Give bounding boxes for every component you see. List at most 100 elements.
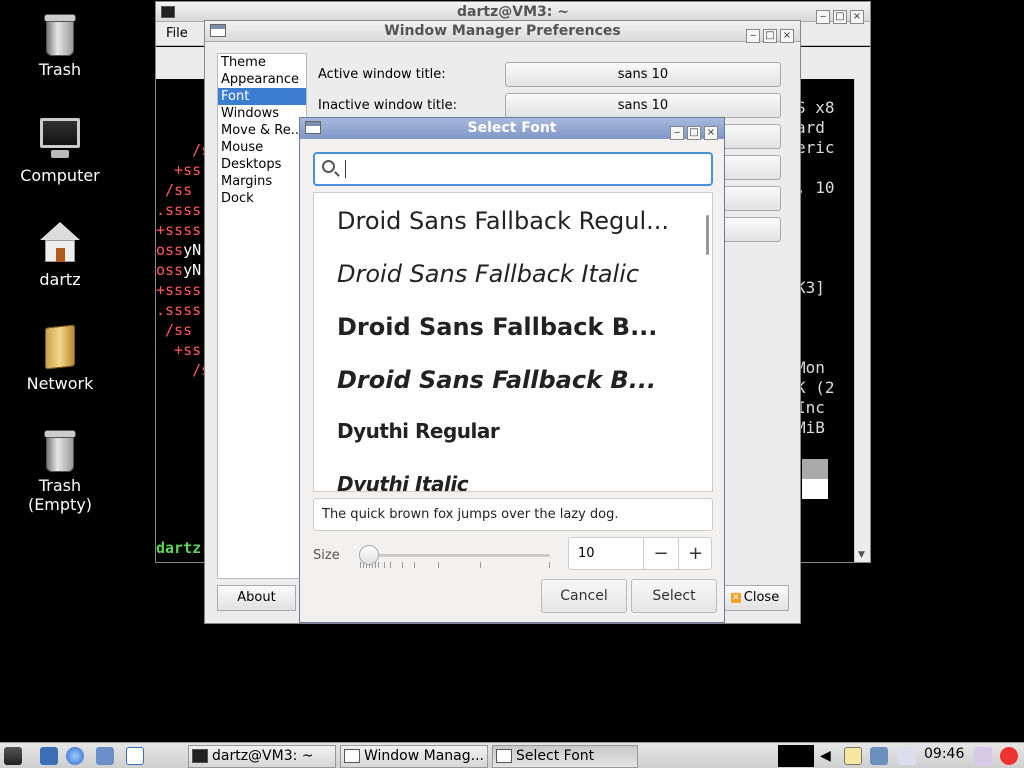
size-slider-handle[interactable] bbox=[359, 545, 379, 565]
terminal-line: MiB bbox=[796, 418, 825, 437]
font-list[interactable]: Droid Sans Fallback Regul... Droid Sans … bbox=[313, 192, 713, 492]
sidebar-item-move-resize[interactable]: Move & Re... bbox=[218, 122, 306, 139]
inactive-title-row: Inactive window title: bbox=[318, 98, 503, 113]
menu-file[interactable]: File bbox=[166, 26, 188, 41]
task-terminal[interactable]: dartz@VM3: ~ bbox=[188, 745, 336, 768]
trash-icon bbox=[44, 14, 76, 56]
font-list-item[interactable]: Droid Sans Fallback Regul... bbox=[337, 207, 669, 235]
lock-icon[interactable] bbox=[974, 747, 992, 765]
font-list-item[interactable]: Droid Sans Fallback Italic bbox=[337, 260, 639, 288]
select-button[interactable]: Select bbox=[631, 579, 717, 613]
sidebar-item-mouse[interactable]: Mouse bbox=[218, 139, 306, 156]
cancel-button[interactable]: Cancel bbox=[541, 579, 627, 613]
desktop-icon-trash-empty[interactable]: Trash (Empty) bbox=[0, 428, 120, 514]
network-status-icon[interactable] bbox=[870, 747, 888, 765]
color-block bbox=[802, 459, 828, 479]
search-icon bbox=[322, 160, 335, 173]
network-icon bbox=[37, 324, 83, 370]
close-label: Close bbox=[743, 590, 780, 605]
sidebar-item-windows[interactable]: Windows bbox=[218, 105, 306, 122]
active-title-row: Active window title: bbox=[318, 67, 503, 82]
tray-area bbox=[778, 745, 814, 767]
desktop-icon-label: Network bbox=[26, 374, 94, 393]
increase-size-button[interactable]: + bbox=[678, 538, 712, 569]
window-icon bbox=[210, 24, 226, 37]
browser-icon[interactable] bbox=[66, 747, 84, 765]
wm-preferences-titlebar[interactable]: Window Manager Preferences ‒ □ × bbox=[205, 21, 800, 43]
sidebar-item-theme[interactable]: Theme bbox=[218, 54, 306, 71]
about-button[interactable]: About bbox=[217, 585, 296, 611]
taskbar: dartz@VM3: ~ Window Manag... Select Font… bbox=[0, 742, 1024, 768]
power-icon[interactable] bbox=[1000, 747, 1018, 765]
close-button[interactable]: × bbox=[850, 10, 864, 24]
window-icon bbox=[305, 121, 321, 134]
inactive-title-label: Inactive window title: bbox=[318, 98, 457, 113]
task-label: Window Manag... bbox=[364, 748, 484, 764]
task-label: dartz@VM3: ~ bbox=[212, 748, 314, 764]
size-slider-track[interactable] bbox=[360, 554, 550, 557]
terminal-line: eric bbox=[796, 138, 835, 157]
volume-icon[interactable]: ◀ bbox=[820, 747, 834, 765]
maximize-button[interactable]: □ bbox=[687, 126, 701, 140]
desktop-icon-home[interactable]: dartz bbox=[0, 220, 120, 289]
computer-icon bbox=[37, 116, 83, 162]
clipboard-icon[interactable] bbox=[844, 747, 862, 765]
task-wm-preferences[interactable]: Window Manag... bbox=[340, 745, 488, 768]
terminal-line: S x8 bbox=[796, 98, 835, 117]
preferences-sidebar: Theme Appearance Font Windows Move & Re.… bbox=[217, 53, 307, 579]
terminal-icon bbox=[192, 749, 208, 763]
close-dialog-button[interactable]: ✕ Close bbox=[721, 585, 789, 611]
decrease-size-button[interactable]: − bbox=[643, 538, 678, 569]
sidebar-item-appearance[interactable]: Appearance bbox=[218, 71, 306, 88]
minimize-button[interactable]: ‒ bbox=[746, 29, 760, 43]
font-list-item[interactable]: Droid Sans Fallback B... bbox=[337, 366, 656, 394]
select-font-dialog[interactable]: Select Font ‒ □ × Droid Sans Fallback Regu… bbox=[299, 117, 725, 623]
sidebar-item-margins[interactable]: Margins bbox=[218, 173, 306, 190]
close-icon: ✕ bbox=[730, 592, 741, 603]
task-select-font[interactable]: Select Font bbox=[492, 745, 638, 768]
color-block bbox=[802, 479, 828, 499]
desktop-icon[interactable] bbox=[126, 747, 144, 765]
terminal-line: Mon bbox=[796, 358, 825, 377]
desktop-icon-network[interactable]: Network bbox=[0, 324, 120, 393]
minimize-button[interactable]: ‒ bbox=[816, 10, 830, 24]
desktop-icon-trash[interactable]: Trash bbox=[0, 12, 120, 79]
close-button[interactable]: × bbox=[780, 29, 794, 43]
size-value[interactable]: 10 bbox=[578, 538, 595, 569]
sidebar-item-desktops[interactable]: Desktops bbox=[218, 156, 306, 173]
menu-icon[interactable] bbox=[4, 747, 22, 765]
active-title-font-button[interactable]: sans 10 bbox=[505, 62, 781, 87]
terminal-line: Inc bbox=[796, 398, 825, 417]
select-font-titlebar[interactable]: Select Font ‒ □ × bbox=[300, 118, 724, 140]
font-search-input[interactable] bbox=[313, 152, 713, 186]
maximize-button[interactable]: □ bbox=[763, 29, 777, 43]
terminal-title: dartz@VM3: ~ bbox=[457, 4, 569, 20]
font-list-item[interactable]: Dyuthi Italic bbox=[337, 472, 469, 491]
font-list-item[interactable]: Dyuthi Regular bbox=[337, 419, 500, 443]
windows-icon[interactable] bbox=[96, 747, 114, 765]
search-icon[interactable] bbox=[898, 747, 916, 765]
font-list-item[interactable]: Droid Sans Fallback B... bbox=[337, 313, 657, 341]
desktop-icon-label: Trash (Empty) bbox=[27, 476, 93, 514]
font-preview[interactable]: The quick brown fox jumps over the lazy … bbox=[313, 498, 713, 531]
sidebar-item-font[interactable]: Font bbox=[218, 88, 306, 105]
desktop-icon-computer[interactable]: Computer bbox=[0, 116, 120, 185]
size-spinbutton[interactable]: 10 − + bbox=[568, 537, 712, 570]
maximize-button[interactable]: □ bbox=[833, 10, 847, 24]
sidebar-item-dock[interactable]: Dock bbox=[218, 190, 306, 207]
terminal-scrollbar[interactable]: ▼ bbox=[854, 79, 870, 562]
font-list-scrollbar[interactable] bbox=[706, 215, 709, 255]
clock[interactable]: 09:46 bbox=[924, 746, 964, 762]
minimize-button[interactable]: ‒ bbox=[670, 126, 684, 140]
file-manager-icon[interactable] bbox=[40, 747, 58, 765]
desktop-icon-label: Computer bbox=[20, 166, 100, 185]
inactive-title-font-button[interactable]: sans 10 bbox=[505, 93, 781, 118]
close-button[interactable]: × bbox=[704, 126, 718, 140]
terminal-line: , 10 bbox=[796, 178, 835, 197]
terminal-titlebar[interactable]: dartz@VM3: ~ ‒ □ × bbox=[156, 2, 870, 24]
